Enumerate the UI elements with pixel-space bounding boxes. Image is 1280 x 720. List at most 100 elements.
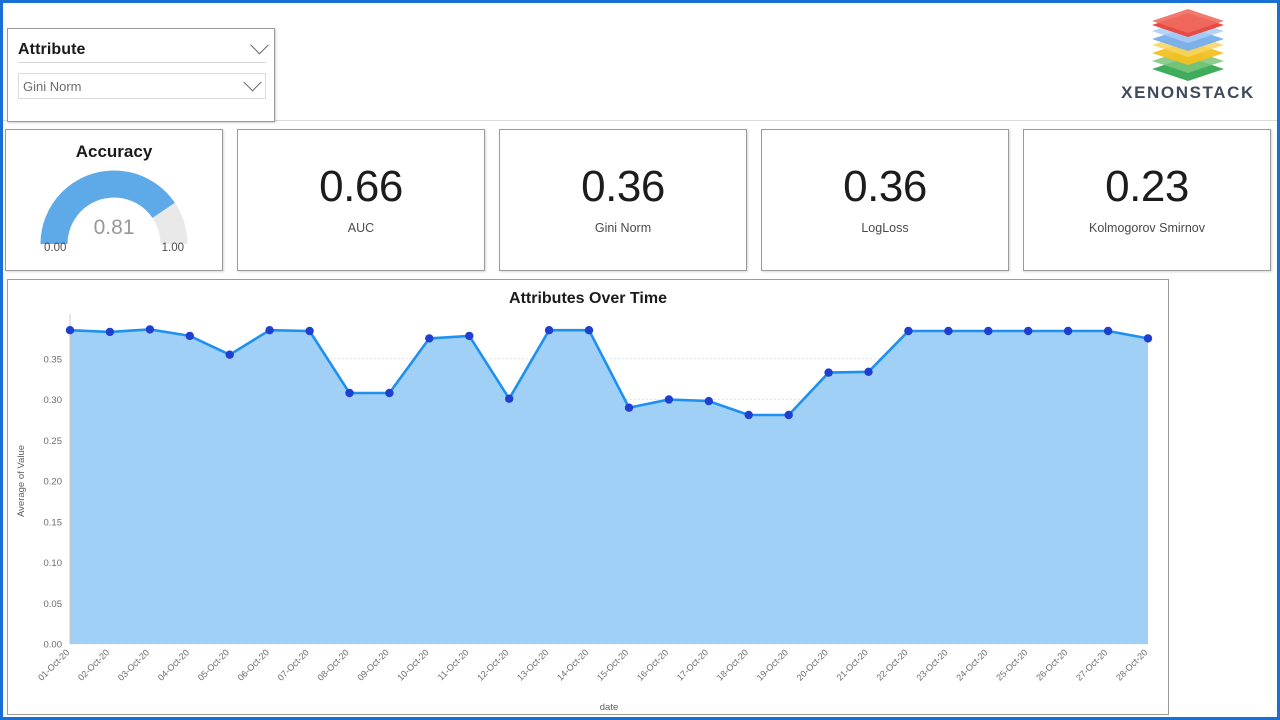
x-axis-tick-label: 05-Oct-20 — [196, 647, 231, 682]
chart-data-point[interactable] — [505, 394, 514, 403]
kpi-label: LogLoss — [861, 221, 909, 235]
chart-data-point[interactable] — [145, 325, 155, 334]
kpi-label: Kolmogorov Smirnov — [1088, 221, 1205, 235]
chart-data-point[interactable] — [345, 388, 354, 398]
kpi-value: 0.66 — [319, 162, 403, 211]
x-axis-tick-label: 17-Oct-20 — [675, 647, 710, 682]
x-axis-tick-label: 23-Oct-20 — [914, 647, 949, 682]
x-axis-tick-label: 08-Oct-20 — [316, 647, 351, 682]
chart-data-point[interactable] — [824, 368, 833, 377]
dashboard-page: Attribute Gini Norm XENONSTACK Accuracy … — [0, 0, 1280, 720]
chart-data-point[interactable] — [65, 326, 75, 335]
x-axis-tick-label: 10-Oct-20 — [395, 647, 430, 682]
attributes-over-time-chart: 0.00 0.05 0.10 0.15 0.20 0.25 0.30 0.35 01-Oct-2… — [16, 314, 1153, 713]
chart-data-point[interactable] — [105, 327, 115, 337]
chevron-down-icon[interactable] — [243, 72, 262, 91]
chevron-down-icon[interactable] — [250, 36, 269, 55]
attribute-filter-title: Attribute — [18, 40, 86, 58]
x-axis-tick-label: 24-Oct-20 — [954, 647, 989, 682]
kpi-value: 0.36 — [581, 162, 665, 211]
x-axis-title: date — [600, 702, 619, 713]
dashboard-header: Attribute Gini Norm XENONSTACK — [3, 3, 1277, 122]
y-axis-tick-label: 0.10 — [44, 558, 63, 569]
x-axis-tick-label: 27-Oct-20 — [1074, 647, 1109, 682]
x-axis-tick-label: 19-Oct-20 — [755, 647, 790, 682]
chart-data-point[interactable] — [1063, 326, 1073, 336]
x-axis-tick-label: 14-Oct-20 — [555, 647, 590, 682]
kpi-row: Accuracy 0.81 0.00 1.00 0.66 AUC 0.36 Gi… — [3, 124, 1277, 272]
y-axis-title: Average of Value — [16, 445, 27, 517]
chart-data-point[interactable] — [225, 350, 234, 359]
x-axis-tick-label: 26-Oct-20 — [1034, 647, 1069, 682]
x-axis-tick-label: 20-Oct-20 — [795, 647, 830, 682]
chart-data-point[interactable] — [544, 326, 554, 335]
accuracy-gauge-title: Accuracy — [75, 142, 153, 161]
chart-data-point[interactable] — [584, 326, 594, 335]
chart-data-point[interactable] — [864, 367, 873, 376]
y-axis-tick-label: 0.25 — [44, 436, 63, 447]
x-axis-tick-label: 13-Oct-20 — [515, 647, 550, 682]
chart-data-point[interactable] — [1024, 326, 1033, 336]
chart-data-point[interactable] — [385, 388, 394, 398]
chart-data-point[interactable] — [624, 403, 634, 412]
chart-data-point[interactable] — [904, 326, 913, 336]
chart-data-point[interactable] — [1143, 334, 1153, 343]
x-axis-tick-label: 25-Oct-20 — [994, 647, 1029, 682]
x-axis-tick-label: 01-Oct-20 — [36, 647, 71, 682]
xenonstack-logo-icon — [1142, 9, 1234, 81]
x-axis-tick-label: 06-Oct-20 — [236, 647, 271, 682]
kpi-value: 0.36 — [843, 162, 927, 211]
y-axis-tick-label: 0.20 — [44, 477, 63, 488]
x-axis-tick-label: 18-Oct-20 — [715, 647, 750, 682]
x-axis-tick-label: 12-Oct-20 — [475, 647, 510, 682]
chart-data-point[interactable] — [984, 326, 993, 336]
logo-layers-icon — [1152, 9, 1224, 81]
x-axis-tick-label: 03-Oct-20 — [116, 647, 151, 682]
accuracy-gauge-max-label: 1.00 — [161, 242, 184, 254]
chart-data-point[interactable] — [664, 395, 674, 404]
y-axis-tick-label: 0.35 — [44, 354, 63, 365]
y-axis-tick-label: 0.00 — [44, 640, 63, 651]
x-axis-tick-label: 15-Oct-20 — [595, 647, 630, 682]
kpi-card-gini-norm: 0.36 Gini Norm — [499, 129, 747, 271]
chart-area-fill — [70, 329, 1148, 644]
kpi-label: AUC — [347, 221, 375, 235]
brand-logo: XENONSTACK — [1113, 9, 1263, 113]
accuracy-gauge-min-label: 0.00 — [44, 242, 67, 254]
attributes-over-time-chart-card: Attributes Over Time 0.00 0.05 0.10 0.15 0.2… — [7, 279, 1169, 715]
chart-data-point[interactable] — [784, 410, 793, 420]
kpi-card-auc: 0.66 AUC — [237, 129, 485, 271]
x-axis-tick-label: 21-Oct-20 — [835, 647, 870, 682]
x-axis-tick-label: 09-Oct-20 — [355, 647, 390, 682]
kpi-value: 0.23 — [1105, 162, 1189, 211]
y-axis-tick-label: 0.15 — [44, 517, 63, 528]
chart-data-point[interactable] — [1103, 326, 1113, 336]
kpi-card-logloss: 0.36 LogLoss — [761, 129, 1009, 271]
chart-data-point[interactable] — [265, 326, 274, 335]
y-axis-tick-label: 0.30 — [44, 395, 63, 406]
x-axis-tick-label: 22-Oct-20 — [874, 647, 909, 682]
y-axis-tick-label: 0.05 — [44, 599, 63, 610]
x-axis-tick-label: 04-Oct-20 — [156, 647, 191, 682]
attribute-filter-card: Attribute Gini Norm — [7, 28, 275, 122]
x-axis-tick-label: 16-Oct-20 — [635, 647, 670, 682]
kpi-card-kolmogorov-smirnov: 0.23 Kolmogorov Smirnov — [1023, 129, 1271, 271]
chart-data-point[interactable] — [425, 334, 434, 343]
attribute-filter-header[interactable]: Attribute — [18, 36, 269, 63]
x-axis-tick-label: 07-Oct-20 — [276, 647, 311, 682]
x-axis-tick-label: 02-Oct-20 — [76, 647, 111, 682]
chart-data-point[interactable] — [704, 396, 713, 406]
chart-data-point[interactable] — [465, 331, 474, 341]
kpi-label: Gini Norm — [594, 221, 652, 235]
x-axis-tick-label: 11-Oct-20 — [436, 647, 471, 682]
chart-data-point[interactable] — [185, 331, 194, 341]
chart-data-point[interactable] — [744, 410, 753, 420]
accuracy-gauge-value: 0.81 — [93, 216, 135, 239]
chart-data-point[interactable] — [944, 326, 953, 336]
accuracy-gauge-card: Accuracy 0.81 0.00 1.00 — [5, 129, 223, 271]
chart-data-point[interactable] — [305, 326, 314, 336]
x-axis-tick-label: 28-Oct-20 — [1114, 647, 1149, 682]
brand-name: XENONSTACK — [1121, 83, 1255, 102]
attribute-select-value: Gini Norm — [23, 78, 82, 94]
attribute-select[interactable]: Gini Norm — [18, 72, 266, 99]
